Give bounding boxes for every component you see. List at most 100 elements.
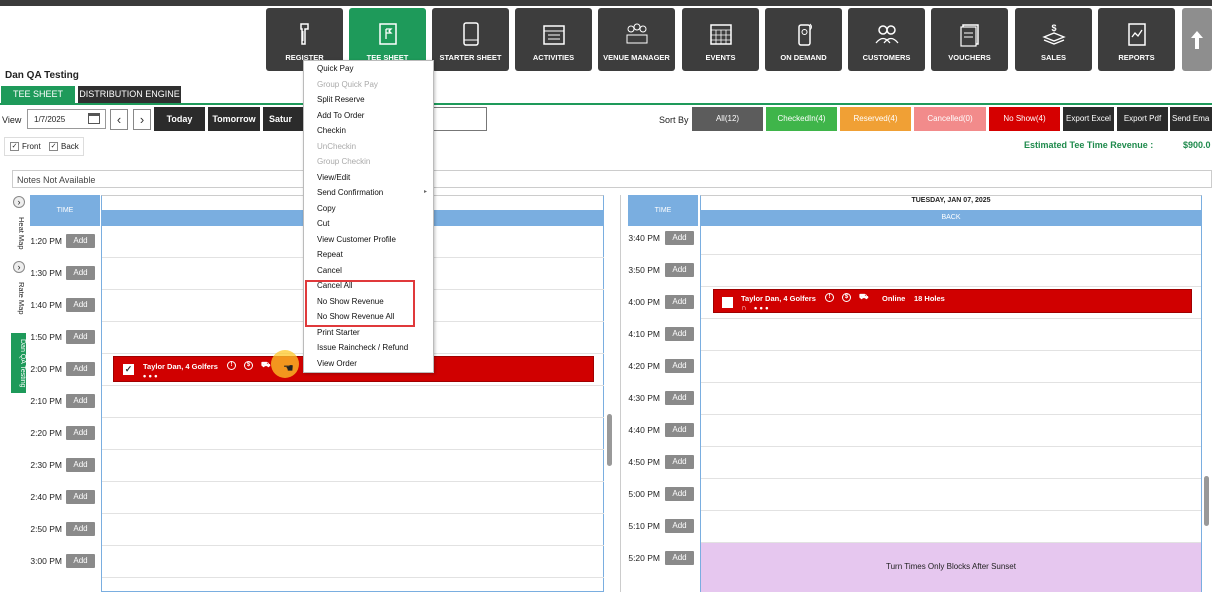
sort-all-button[interactable]: All(12) xyxy=(692,107,763,131)
tab-tee-sheet[interactable]: TEE SHEET xyxy=(1,86,75,103)
row-divider xyxy=(701,382,1201,383)
right-scrollbar[interactable] xyxy=(1204,476,1209,526)
nav-on-demand-button[interactable]: ON DEMAND xyxy=(765,8,842,71)
add-booking-button[interactable]: Add xyxy=(66,522,95,536)
add-booking-button[interactable]: Add xyxy=(665,295,694,309)
nav-activities-button[interactable]: ACTIVITIES xyxy=(515,8,592,71)
context-menu-item-send-confirmation[interactable]: Send Confirmation xyxy=(317,188,383,197)
vouchers-icon xyxy=(959,24,979,47)
context-menu-item-add-to-order[interactable]: Add To Order xyxy=(317,111,364,120)
flag-sheet-icon xyxy=(378,23,397,45)
add-booking-button[interactable]: Add xyxy=(66,458,95,472)
add-booking-button[interactable]: Add xyxy=(66,266,95,280)
send-email-button[interactable]: Send Ema xyxy=(1170,107,1212,131)
nav-sales-button[interactable]: $ SALES xyxy=(1015,8,1092,71)
context-menu-item-view-order[interactable]: View Order xyxy=(317,359,357,368)
add-booking-button[interactable]: Add xyxy=(665,423,694,437)
tab-distribution-engine[interactable]: DISTRIBUTION ENGINE xyxy=(78,86,181,103)
add-booking-button[interactable]: Add xyxy=(665,359,694,373)
context-menu-item-copy[interactable]: Copy xyxy=(317,204,336,213)
booking-checkbox[interactable] xyxy=(722,297,733,308)
calendar-list-icon xyxy=(542,25,565,45)
context-menu-item-cancel[interactable]: Cancel xyxy=(317,266,342,275)
notes-field[interactable]: Notes Not Available xyxy=(12,170,1212,188)
context-menu-item-view-edit[interactable]: View/Edit xyxy=(317,173,350,182)
next-day-button[interactable]: › xyxy=(133,109,151,130)
add-booking-button[interactable]: Add xyxy=(66,362,95,376)
booking-checkbox[interactable]: ✓ xyxy=(123,364,134,375)
heat-map-toggle[interactable]: › xyxy=(13,196,25,208)
sales-money-icon: $ xyxy=(1041,23,1066,45)
context-menu-item-print-starter[interactable]: Print Starter xyxy=(317,328,360,337)
saturday-button[interactable]: Satur xyxy=(263,107,303,131)
add-booking-button[interactable]: Add xyxy=(66,426,95,440)
add-booking-button[interactable]: Add xyxy=(66,394,95,408)
nav-vouchers-button[interactable]: VOUCHERS xyxy=(931,8,1008,71)
nav-starter-sheet-button[interactable]: STARTER SHEET xyxy=(432,8,509,71)
today-button[interactable]: Today xyxy=(154,107,205,131)
add-booking-button[interactable]: Add xyxy=(66,298,95,312)
left-scrollbar[interactable] xyxy=(607,414,612,466)
add-booking-button[interactable]: Add xyxy=(665,487,694,501)
nav-reports-button[interactable]: REPORTS xyxy=(1098,8,1175,71)
search-input[interactable] xyxy=(429,107,487,131)
context-menu-item-repeat[interactable]: Repeat xyxy=(317,250,343,259)
row-divider xyxy=(701,478,1201,479)
sort-reserved-button[interactable]: Reserved(4) xyxy=(840,107,911,131)
context-menu-item-cut[interactable]: Cut xyxy=(317,219,329,228)
row-divider xyxy=(102,385,604,386)
scroll-up-button[interactable] xyxy=(1182,8,1212,71)
front-checkbox[interactable]: ✓ xyxy=(10,142,19,151)
row-divider xyxy=(701,446,1201,447)
time-label: 2:10 PM xyxy=(30,396,62,406)
calendar-icon[interactable] xyxy=(88,113,100,124)
front-label: Front xyxy=(22,142,41,151)
time-label: 1:40 PM xyxy=(30,300,62,310)
row-divider xyxy=(102,481,604,482)
nav-venue-manager-button[interactable]: VENUE MANAGER xyxy=(598,8,675,71)
export-pdf-button[interactable]: Export Pdf xyxy=(1117,107,1168,131)
add-booking-button[interactable]: Add xyxy=(66,490,95,504)
add-booking-button[interactable]: Add xyxy=(665,231,694,245)
golf-cart-icon: ⛟ xyxy=(261,360,271,369)
add-booking-button[interactable]: Add xyxy=(665,391,694,405)
sort-no-show-button[interactable]: No Show(4) xyxy=(989,107,1060,131)
add-booking-button[interactable]: Add xyxy=(665,263,694,277)
sort-checkedin-button[interactable]: CheckedIn(4) xyxy=(766,107,837,131)
time-label: 1:20 PM xyxy=(30,236,62,246)
time-label: 2:50 PM xyxy=(30,524,62,534)
booking-more-dots[interactable]: • • • xyxy=(754,303,768,313)
course-side-tab[interactable]: Dan QA Testing xyxy=(11,333,26,393)
add-booking-button[interactable]: Add xyxy=(665,327,694,341)
add-booking-button[interactable]: Add xyxy=(66,554,95,568)
back-checkbox[interactable]: ✓ xyxy=(49,142,58,151)
sort-by-label: Sort By xyxy=(659,115,689,125)
time-label: 4:10 PM xyxy=(628,329,660,339)
nav-customers-button[interactable]: CUSTOMERS xyxy=(848,8,925,71)
add-booking-button[interactable]: Add xyxy=(665,551,694,565)
customers-icon xyxy=(874,25,899,44)
nav-events-button[interactable]: EVENTS xyxy=(682,8,759,71)
barcode-scanner-icon xyxy=(299,23,309,45)
export-excel-button[interactable]: Export Excel xyxy=(1063,107,1114,131)
prev-day-button[interactable]: ‹ xyxy=(110,109,128,130)
add-booking-button[interactable]: Add xyxy=(66,330,95,344)
tomorrow-button[interactable]: Tomorrow xyxy=(208,107,260,131)
booking-more-dots[interactable]: • • • xyxy=(143,371,157,381)
context-menu-item-view-customer-profile[interactable]: View Customer Profile xyxy=(317,235,396,244)
context-menu-item-quick-pay[interactable]: Quick Pay xyxy=(317,64,353,73)
submenu-arrow-icon: ▸ xyxy=(424,189,428,195)
add-booking-button[interactable]: Add xyxy=(665,455,694,469)
sort-cancelled-button[interactable]: Cancelled(0) xyxy=(914,107,986,131)
context-menu-item-issue-raincheck-refund[interactable]: Issue Raincheck / Refund xyxy=(317,343,408,352)
chevron-right-icon: › xyxy=(17,262,21,272)
cursor-pointer-icon: ☚ xyxy=(283,361,294,375)
context-menu-item-checkin[interactable]: Checkin xyxy=(317,126,346,135)
row-divider xyxy=(102,545,604,546)
add-booking-button[interactable]: Add xyxy=(665,519,694,533)
context-menu-item-split-reserve[interactable]: Split Reserve xyxy=(317,95,365,104)
row-divider xyxy=(701,286,1201,287)
right-booking-bar[interactable]: Taylor Dan, 4 Golfers ! $ ⛟ Online 18 Ho… xyxy=(713,289,1192,313)
dollar-icon: $ xyxy=(842,292,851,302)
add-booking-button[interactable]: Add xyxy=(66,234,95,248)
